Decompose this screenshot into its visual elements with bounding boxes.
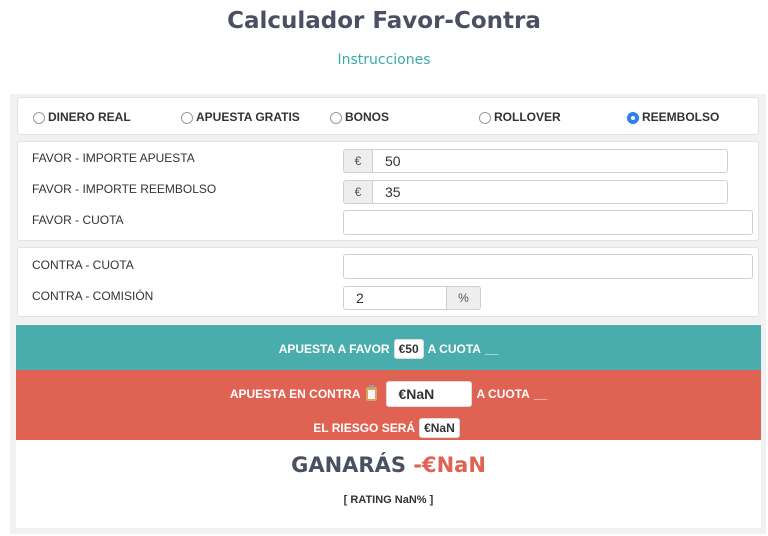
favor-reembolso-input[interactable] bbox=[372, 180, 728, 204]
contra-cuota-text: A CUOTA bbox=[476, 387, 530, 401]
favor-importe-group: € bbox=[343, 149, 728, 173]
radio-circle[interactable] bbox=[33, 112, 45, 124]
contra-section: CONTRA - CUOTA CONTRA - COMISIÓN % bbox=[17, 247, 759, 317]
ganaras-label: GANARÁS bbox=[291, 453, 406, 477]
radio-circle-checked[interactable] bbox=[627, 112, 639, 124]
radio-reembolso[interactable]: REEMBOLSO bbox=[627, 109, 719, 124]
favor-cuota-value: __ bbox=[484, 342, 499, 356]
favor-section: FAVOR - IMPORTE APUESTA € FAVOR - IMPORT… bbox=[17, 141, 759, 241]
radio-label: REEMBOLSO bbox=[642, 109, 720, 124]
favor-summary-prefix: APUESTA A FAVOR bbox=[278, 342, 390, 356]
contra-comision-group: % bbox=[343, 286, 481, 310]
euro-addon: € bbox=[343, 149, 372, 173]
ganaras-value: -€NaN bbox=[413, 453, 486, 477]
contra-cuota-value: __ bbox=[533, 387, 548, 401]
percent-addon: % bbox=[447, 286, 481, 310]
contra-cuota-input[interactable] bbox=[343, 254, 753, 279]
favor-reembolso-label: FAVOR - IMPORTE REEMBOLSO bbox=[32, 182, 217, 196]
favor-reembolso-group: € bbox=[343, 180, 728, 204]
favor-importe-label: FAVOR - IMPORTE APUESTA bbox=[32, 151, 195, 165]
favor-cuota-text: A CUOTA bbox=[427, 342, 481, 356]
mode-radio-group: DINERO REAL APUESTA GRATIS BONOS ROLLOVE… bbox=[17, 97, 759, 135]
favor-amount-badge: €50 bbox=[393, 339, 424, 359]
radio-dinero-real[interactable]: DINERO REAL bbox=[33, 109, 131, 124]
ganaras-text: GANARÁS -€NaN bbox=[16, 453, 761, 477]
contra-comision-label: CONTRA - COMISIÓN bbox=[32, 289, 154, 303]
favor-importe-input[interactable] bbox=[372, 149, 728, 173]
radio-label: BONOS bbox=[345, 109, 390, 124]
radio-circle[interactable] bbox=[181, 112, 193, 124]
contra-comision-input[interactable] bbox=[343, 286, 447, 310]
riesgo-line: EL RIESGO SERÁ €NaN bbox=[16, 418, 761, 438]
clipboard-icon[interactable] bbox=[366, 385, 378, 401]
contra-cuota-label: CONTRA - CUOTA bbox=[32, 258, 134, 272]
favor-cuota-label: FAVOR - CUOTA bbox=[32, 213, 124, 227]
contra-amount-field[interactable]: €NaN bbox=[386, 381, 473, 407]
result-panel: GANARÁS -€NaN [ RATING NaN% ] bbox=[16, 440, 761, 528]
euro-addon: € bbox=[343, 180, 372, 204]
favor-summary-bar: APUESTA A FAVOR €50 A CUOTA __ bbox=[16, 325, 761, 370]
riesgo-badge: €NaN bbox=[419, 418, 460, 438]
contra-summary-bar: APUESTA EN CONTRA €NaN A CUOTA __ EL RIE… bbox=[16, 370, 761, 440]
radio-circle[interactable] bbox=[479, 112, 491, 124]
contra-summary-line: APUESTA EN CONTRA €NaN A CUOTA __ bbox=[16, 381, 761, 407]
radio-label: DINERO REAL bbox=[48, 109, 131, 124]
page-title: Calculador Favor-Contra bbox=[227, 8, 541, 34]
favor-cuota-input[interactable] bbox=[343, 210, 753, 235]
radio-circle[interactable] bbox=[330, 112, 342, 124]
favor-summary-line: APUESTA A FAVOR €50 A CUOTA __ bbox=[16, 339, 761, 359]
radio-label: ROLLOVER bbox=[494, 109, 561, 124]
contra-summary-prefix: APUESTA EN CONTRA bbox=[229, 387, 361, 401]
rating-text: [ RATING NaN% ] bbox=[343, 494, 434, 506]
radio-apuesta-gratis[interactable]: APUESTA GRATIS bbox=[181, 109, 300, 124]
calculator-panel: DINERO REAL APUESTA GRATIS BONOS ROLLOVE… bbox=[10, 94, 766, 534]
riesgo-label: EL RIESGO SERÁ bbox=[313, 421, 416, 435]
radio-label: APUESTA GRATIS bbox=[196, 109, 300, 124]
radio-bonos[interactable]: BONOS bbox=[330, 109, 389, 124]
instructions-link[interactable]: Instrucciones bbox=[0, 52, 768, 68]
radio-rollover[interactable]: ROLLOVER bbox=[479, 109, 561, 124]
